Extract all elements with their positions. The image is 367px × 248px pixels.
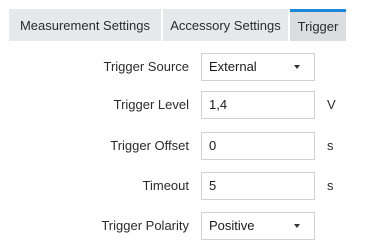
- tab-measurement-settings-label: Measurement Settings: [19, 17, 151, 33]
- timeout-label: Timeout: [142, 178, 189, 193]
- trigger-level-row: Trigger Level 1,4 V: [0, 91, 367, 119]
- chevron-down-icon: [294, 65, 300, 69]
- tab-trigger-label: Trigger: [297, 19, 339, 34]
- trigger-level-label: Trigger Level: [113, 97, 189, 112]
- tab-trigger[interactable]: Trigger: [290, 9, 346, 41]
- tab-accessory-settings[interactable]: Accessory Settings: [163, 9, 288, 41]
- trigger-polarity-row: Trigger Polarity Positive: [0, 212, 367, 240]
- tab-bar: Measurement Settings Accessory Settings …: [0, 9, 367, 41]
- trigger-offset-unit: s: [327, 138, 334, 153]
- trigger-level-input[interactable]: 1,4: [201, 91, 315, 119]
- trigger-level-value: 1,4: [209, 97, 228, 112]
- trigger-polarity-dropdown[interactable]: Positive: [201, 212, 315, 240]
- trigger-polarity-label: Trigger Polarity: [101, 218, 189, 233]
- timeout-value: 5: [209, 178, 217, 193]
- tab-accessory-settings-label: Accessory Settings: [170, 17, 281, 33]
- trigger-source-dropdown[interactable]: External: [201, 53, 315, 81]
- trigger-offset-value: 0: [209, 138, 217, 153]
- trigger-offset-input[interactable]: 0: [201, 132, 315, 160]
- timeout-row: Timeout 5 s: [0, 172, 367, 200]
- trigger-source-label: Trigger Source: [103, 59, 190, 74]
- trigger-level-unit: V: [327, 97, 336, 112]
- tab-measurement-settings[interactable]: Measurement Settings: [9, 9, 161, 41]
- trigger-settings-panel: Measurement Settings Accessory Settings …: [0, 0, 367, 248]
- chevron-down-icon: [294, 224, 300, 228]
- timeout-input[interactable]: 5: [201, 172, 315, 200]
- timeout-unit: s: [327, 178, 334, 193]
- trigger-polarity-value: Positive: [209, 218, 255, 233]
- trigger-source-value: External: [209, 59, 257, 74]
- trigger-offset-row: Trigger Offset 0 s: [0, 132, 367, 160]
- trigger-source-row: Trigger Source External: [0, 53, 367, 81]
- trigger-offset-label: Trigger Offset: [110, 138, 189, 153]
